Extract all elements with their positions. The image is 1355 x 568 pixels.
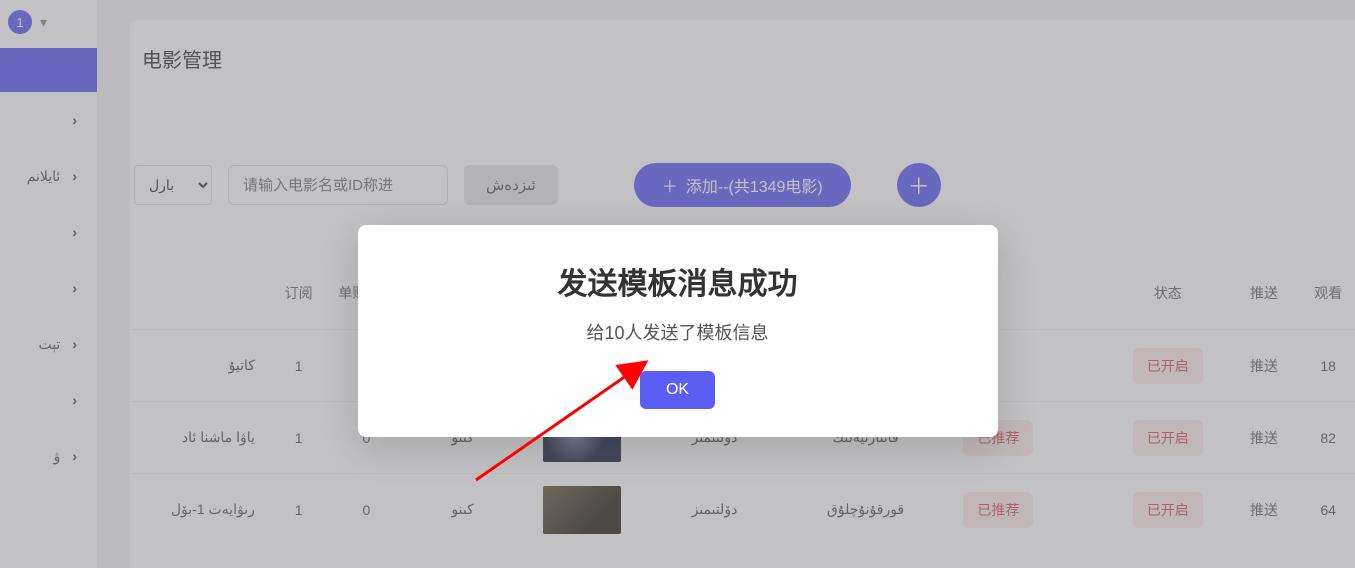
modal-body: 给10人发送了模板信息 bbox=[378, 319, 978, 345]
success-modal: 发送模板消息成功 给10人发送了模板信息 OK bbox=[358, 225, 998, 437]
modal-overlay[interactable]: 发送模板消息成功 给10人发送了模板信息 OK bbox=[0, 0, 1355, 568]
modal-title: 发送模板消息成功 bbox=[378, 259, 978, 303]
ok-button[interactable]: OK bbox=[640, 371, 715, 409]
